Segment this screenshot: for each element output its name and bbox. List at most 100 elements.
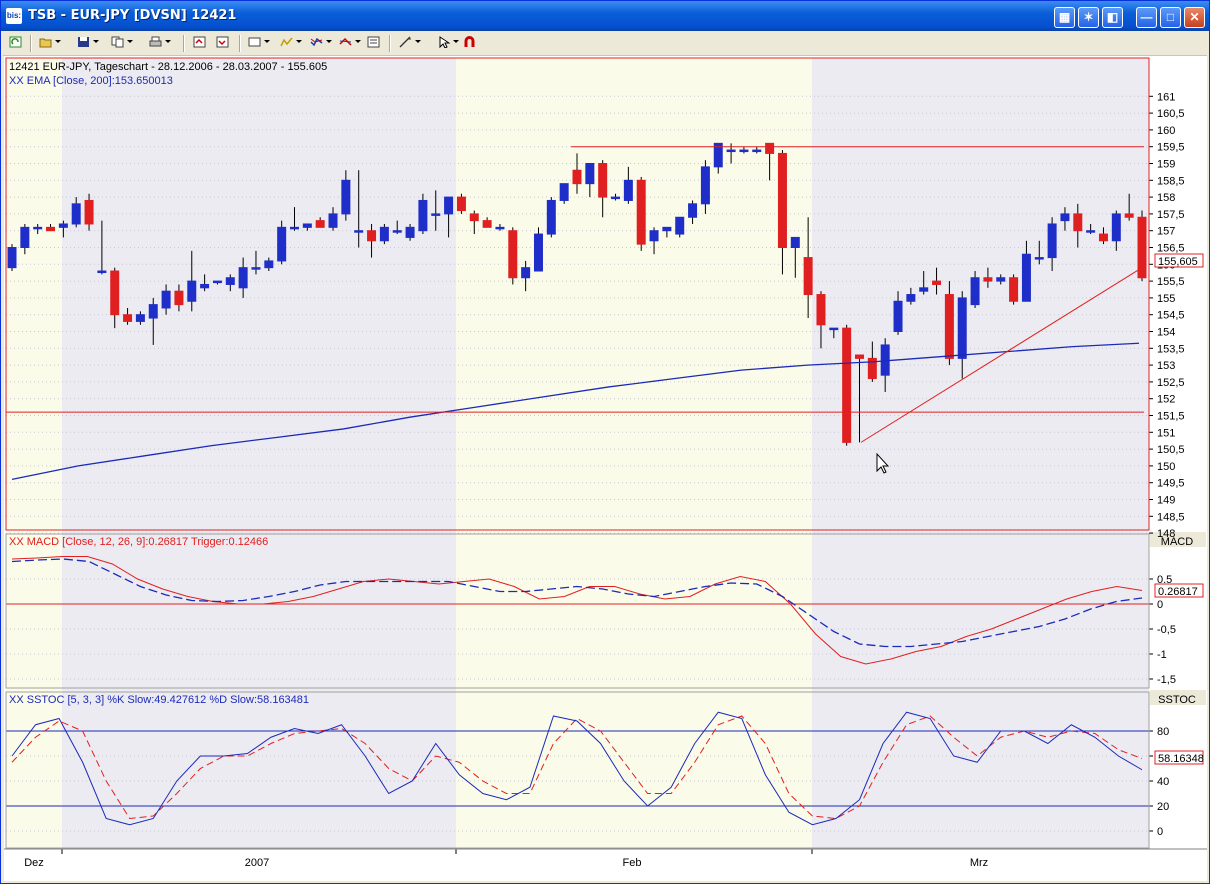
candle [919,287,929,292]
ema-label: XX EMA [Close, 200]:153.650013 [9,75,173,87]
candle [585,163,595,185]
candle [1021,253,1031,302]
candle [264,260,274,269]
candle [97,270,107,274]
macd-value-label: 0.26817 [1158,586,1198,598]
save-icon[interactable] [75,34,99,51]
price-y-tick-label: 161 [1157,91,1175,103]
properties-icon[interactable] [365,34,383,51]
band-december [6,58,62,848]
candle [495,226,505,230]
maximize-button[interactable]: □ [1160,7,1181,28]
candle [238,267,248,289]
sstoc-y-tick-label: 40 [1157,776,1169,788]
price-y-tick-label: 150,5 [1157,444,1185,456]
candle [20,226,30,248]
x-axis-panel [4,849,1207,881]
candle [354,230,364,233]
candle [187,280,197,302]
candle [546,199,556,235]
candle [829,327,839,331]
price-y-tick-label: 153,5 [1157,343,1185,355]
minimize-button[interactable]: — [1136,7,1157,28]
sstoc-y-tick-label: 20 [1157,801,1169,813]
close-button[interactable]: ✕ [1184,7,1205,28]
candle [944,294,954,359]
candle [855,354,864,359]
candle [996,277,1006,282]
price-y-tick-label: 152 [1157,394,1175,406]
macd-panel-header: XX MACD [Close, 12, 26, 9]:0.26817 Trigg… [9,536,268,548]
sstoc-panel-name: SSTOC [1158,694,1196,706]
candle [1047,223,1057,259]
print-icon[interactable] [147,34,171,51]
copy-icon[interactable] [109,34,133,51]
candle [1098,233,1108,242]
candle [482,220,492,228]
price-y-tick-label: 154 [1157,327,1175,339]
band-february [456,58,812,848]
price-y-tick-label: 153 [1157,360,1175,372]
candle [1073,213,1083,232]
candle [302,223,312,228]
price-value-label: 155,605 [1158,256,1198,268]
open-folder-icon[interactable] [37,34,61,51]
price-y-tick-label: 156,5 [1157,243,1185,255]
candle [842,327,852,443]
chart-area[interactable]: 161 160,5 160 159,5 159 158,5 158 157,5 157 156,5… [4,56,1207,881]
chart-style-icon[interactable] [246,34,270,51]
undo-icon[interactable] [191,34,209,51]
candle [469,213,479,222]
candle [662,226,672,232]
candle [1034,257,1044,260]
candle [58,223,68,228]
candle [970,277,980,306]
candle [726,149,736,153]
candle [636,179,646,245]
candle [688,203,698,218]
sstoc-value-label: 58.16348 [1158,753,1204,765]
candle [431,213,441,216]
indicator2-icon[interactable] [308,34,332,51]
macd-y-tick-label: -1 [1157,649,1167,661]
macd-y-tick-label: -0,5 [1157,624,1176,636]
draw-line-icon[interactable] [397,34,421,51]
app-window: bis: TSB - EUR-JPY [DVSN] 12421 ▦ ✶ ◧ — … [0,0,1210,884]
candle [739,149,749,153]
candle [123,314,133,322]
price-y-tick-label: 155,5 [1157,276,1185,288]
candle [174,290,184,306]
candle [521,267,531,279]
candle [893,300,903,332]
candle [649,230,659,242]
candle [225,277,235,285]
candle [277,226,287,262]
magnet-icon[interactable] [461,34,479,51]
candle [444,196,454,215]
indicator-icon[interactable] [278,34,302,51]
chart-window-button[interactable]: ◧ [1102,7,1123,28]
chart-canvas[interactable]: 161 160,5 160 159,5 159 158,5 158 157,5 157 156,5… [4,56,1207,881]
redo-icon[interactable] [214,34,232,51]
candle [315,220,325,228]
cursor-icon[interactable] [435,34,459,51]
candle [508,230,518,279]
price-y-tick-label: 157,5 [1157,209,1185,221]
candle [559,183,569,201]
sstoc-y-tick-label: 0 [1157,826,1163,838]
price-y-tick-label: 158 [1157,192,1175,204]
indicator3-icon[interactable] [337,34,361,51]
price-y-tick-label: 158,5 [1157,175,1185,187]
candle [135,314,145,322]
macd-y-tick-label: 0 [1157,599,1163,611]
candle [957,297,967,359]
candle [1124,213,1134,218]
candle [212,280,222,284]
refresh-icon[interactable] [7,34,25,51]
candle [71,203,81,225]
candle [1086,230,1096,233]
settings-button[interactable]: ✶ [1078,7,1099,28]
candle [572,169,582,185]
tile-windows-button[interactable]: ▦ [1054,7,1075,28]
candle [33,226,43,230]
